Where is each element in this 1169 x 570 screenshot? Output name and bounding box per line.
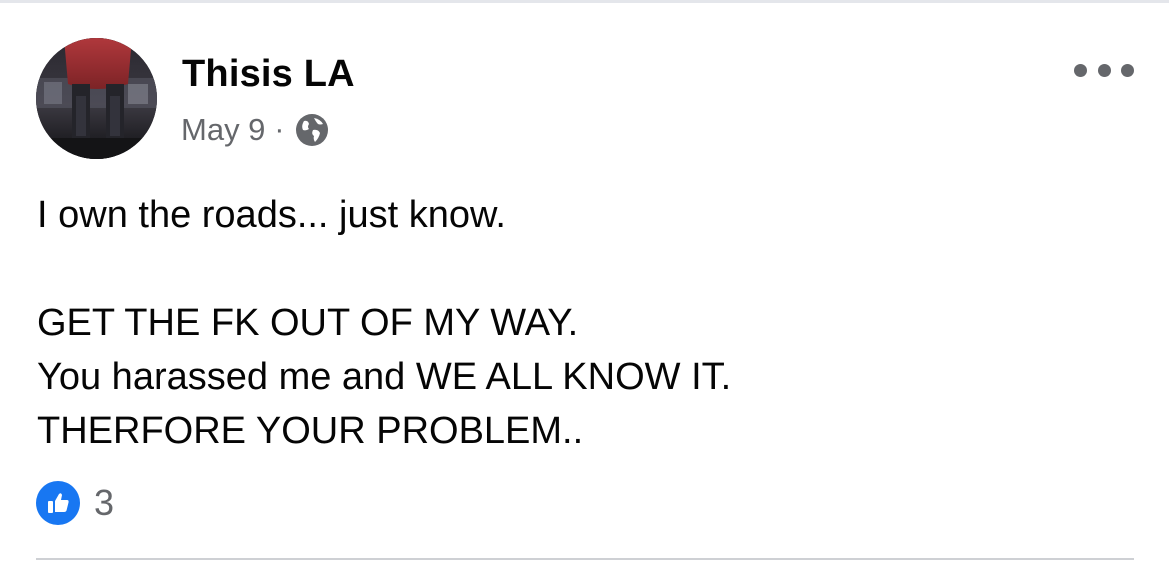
post-text-line (37, 242, 1127, 296)
post-text-line: GET THE FK OUT OF MY WAY. (37, 302, 579, 344)
post-text-line: THERFORE YOUR PROBLEM.. (37, 410, 584, 452)
author-avatar[interactable] (36, 38, 157, 159)
feed-post: Thisis LA May 9 · I own the roads... jus… (0, 0, 1169, 570)
post-meta: May 9 · (181, 110, 330, 150)
author-name[interactable]: Thisis LA (182, 52, 355, 96)
meta-separator: · (274, 113, 285, 146)
more-horizontal-icon (1074, 63, 1087, 77)
post-text: I own the roads... just know. GET THE FK… (37, 188, 1127, 458)
post-text-line: You harassed me and WE ALL KNOW IT. (37, 356, 732, 398)
globe-icon[interactable] (294, 112, 330, 148)
more-dot (1121, 63, 1134, 77)
post-text-line: I own the roads... just know. (37, 194, 506, 236)
avatar-photo (36, 38, 157, 159)
post-divider (36, 558, 1134, 560)
more-options-button[interactable] (1074, 56, 1134, 84)
reaction-count: 3 (94, 482, 115, 523)
reaction-summary[interactable]: 3 (36, 480, 114, 526)
like-icon (36, 481, 80, 525)
post-date[interactable]: May 9 (181, 112, 265, 148)
more-dot (1097, 63, 1111, 77)
